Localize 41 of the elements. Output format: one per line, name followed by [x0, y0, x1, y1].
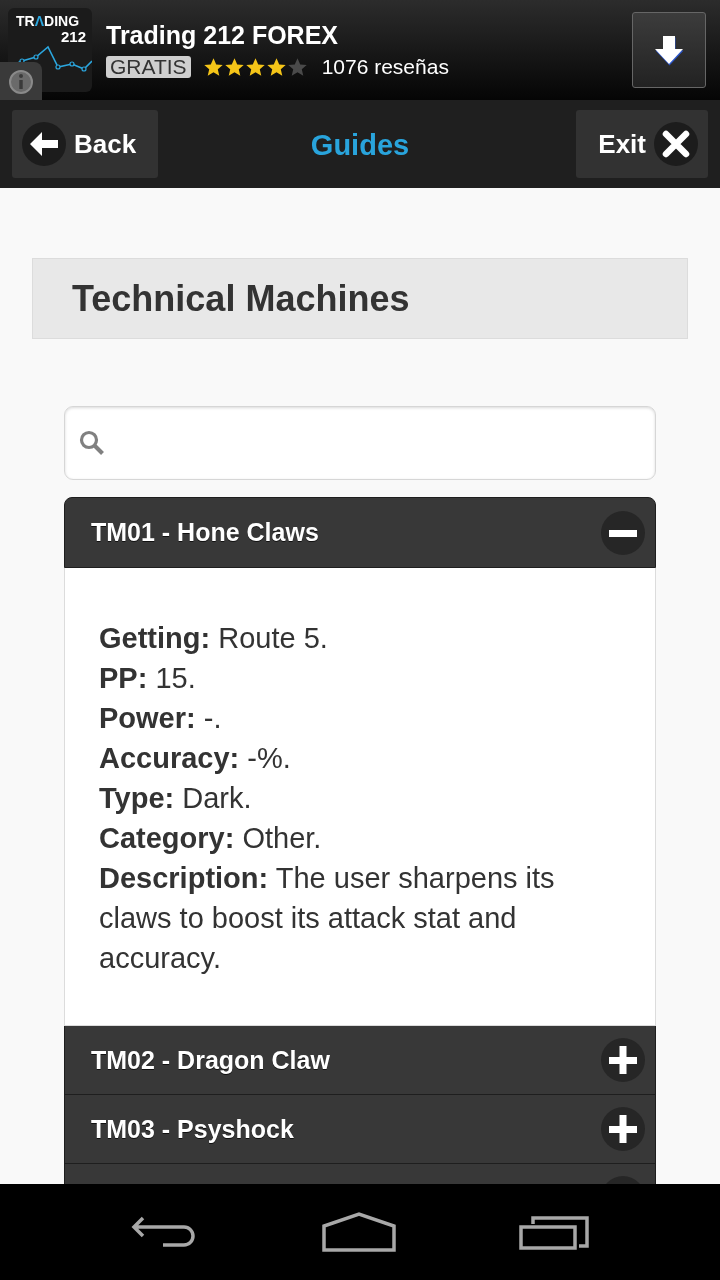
accordion-header[interactable]: TM01 - Hone Claws [64, 497, 656, 568]
detail-line: Category: Other. [99, 821, 323, 856]
star-icon [286, 56, 308, 78]
download-button[interactable] [632, 12, 706, 88]
detail-line: Getting: Route 5. [99, 621, 329, 656]
recents-button[interactable] [518, 1214, 589, 1250]
review-count: 1076 reseñas [321, 55, 449, 79]
close-icon [654, 122, 698, 166]
ad-title: Trading 212 FOREX [106, 21, 339, 49]
accordion-header[interactable]: TM03 - Psyshock [64, 1095, 656, 1164]
back-button[interactable]: Back [12, 110, 158, 178]
page-title: Guides [310, 129, 410, 162]
star-icon [223, 56, 245, 78]
accordion-header[interactable]: TM02 - Dragon Claw [64, 1026, 656, 1095]
plus-icon[interactable] [601, 1038, 645, 1082]
plus-icon[interactable] [601, 1107, 645, 1151]
section-heading: Technical Machines [32, 258, 688, 339]
logo-number: 212 [60, 29, 86, 45]
star-icon [244, 56, 266, 78]
home-icon [322, 1212, 396, 1252]
search-icon [79, 430, 105, 456]
exit-button[interactable]: Exit [576, 110, 708, 178]
star-icon [265, 56, 287, 78]
download-arrow-icon [652, 33, 686, 67]
star-icon [202, 56, 224, 78]
minus-icon[interactable] [601, 510, 645, 555]
price-badge: GRATIS [106, 56, 191, 78]
info-icon[interactable] [0, 62, 42, 100]
recent-apps-icon [518, 1214, 589, 1250]
logo-text: TRΛDING [16, 14, 80, 29]
accordion-title: TM01 - Hone Claws [91, 518, 319, 547]
accordion-title: TM02 - Dragon Claw [91, 1045, 330, 1075]
detail-line: Description: The user sharpens its claws to boost its attack stat and accuracy. [99, 861, 556, 976]
detail-line: PP: 15. [99, 661, 197, 696]
ad-banner[interactable]: TRΛDING 212 Trading 212 FOREX GRATIS 1076 reseñas [0, 0, 720, 100]
accordion-title: TM03 - Psyshock [91, 1114, 294, 1144]
detail-line: Power: -. [99, 701, 223, 736]
home-button[interactable] [322, 1212, 396, 1252]
detail-line: Accuracy: -%. [99, 741, 292, 776]
detail-line: Type: Dark. [99, 781, 253, 816]
search-field[interactable] [64, 406, 656, 480]
